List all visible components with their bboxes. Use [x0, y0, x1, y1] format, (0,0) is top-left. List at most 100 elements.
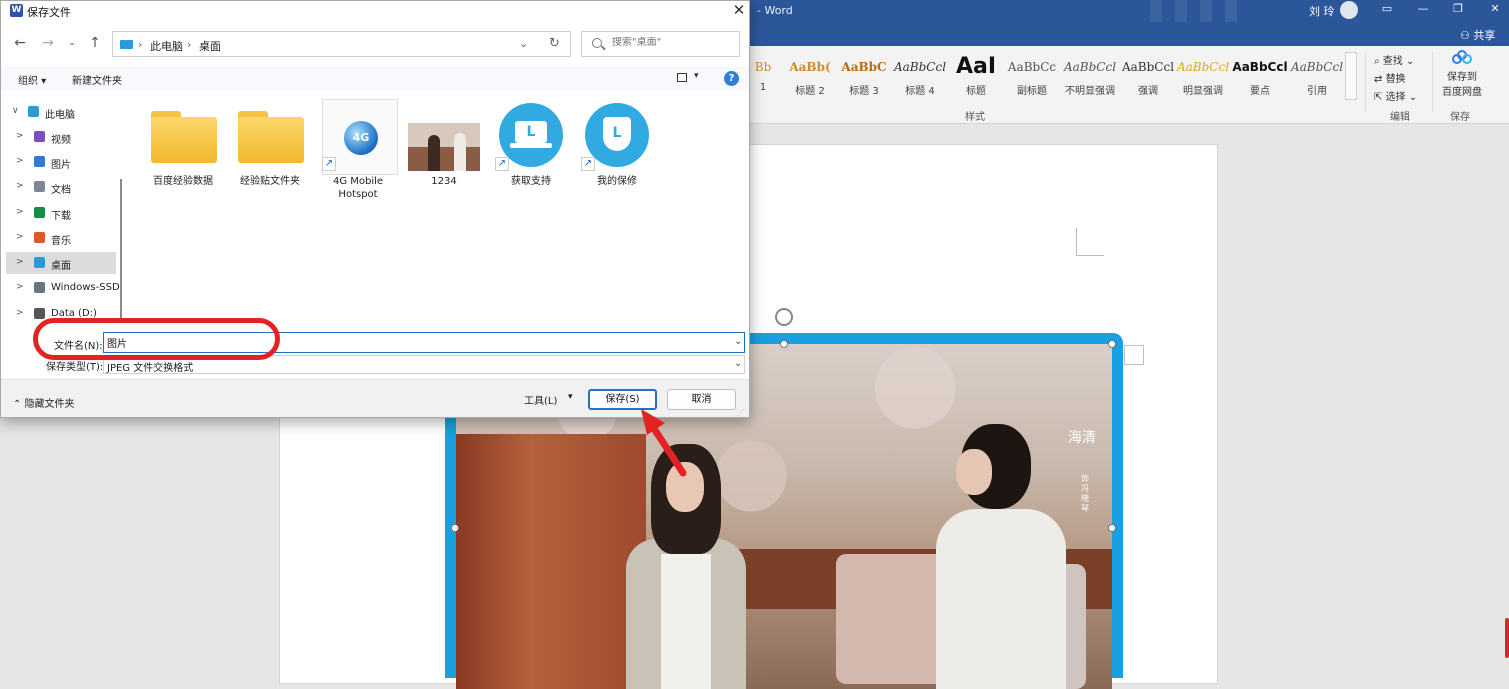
styles-gallery-scroll[interactable]: [1345, 52, 1357, 100]
search-box[interactable]: [581, 31, 740, 57]
nav-item[interactable]: > 图片: [6, 151, 116, 173]
organize-button[interactable]: 组织 ▾: [18, 72, 46, 87]
help-icon[interactable]: ?: [724, 71, 739, 86]
view-dropdown-icon[interactable]: ▾: [694, 71, 699, 81]
file-list: 百度经验数据 经验贴文件夹 4G ↗ 4G Mobile Hotspot 1234 L ↗ 获取…: [129, 93, 747, 325]
resize-handle[interactable]: [780, 340, 788, 348]
person-left: [626, 444, 746, 689]
ribbon-display-icon[interactable]: ▭: [1377, 2, 1397, 18]
resize-grip[interactable]: ⋰: [737, 408, 745, 417]
share-button[interactable]: ⚇ 共享: [1460, 27, 1495, 43]
nav-item-label: 音乐: [51, 236, 71, 247]
nav-item-label: 视频: [51, 135, 71, 146]
style-gallery-item[interactable]: AaBb(标题 2: [782, 52, 838, 100]
file-name: 4G Mobile Hotspot: [332, 176, 384, 200]
nav-item[interactable]: > 视频: [6, 126, 116, 148]
resize-handle[interactable]: [451, 524, 459, 532]
user-name[interactable]: 刘 玲: [1309, 3, 1335, 19]
nav-item[interactable]: > 音乐: [6, 227, 116, 249]
resize-handle[interactable]: [1108, 340, 1116, 348]
navigation-scrollbar[interactable]: [120, 179, 122, 319]
replace-button[interactable]: ⇄ 替换: [1374, 70, 1406, 85]
expand-chevron-icon[interactable]: >: [16, 257, 24, 267]
chevron-down-icon[interactable]: ⌄: [519, 37, 528, 50]
share-label: 共享: [1473, 29, 1496, 42]
chevron-down-icon[interactable]: ⌄: [734, 336, 742, 347]
minimize-icon[interactable]: —: [1413, 2, 1433, 18]
close-icon[interactable]: ✕: [729, 1, 749, 21]
nav-item[interactable]: > 文档: [6, 176, 116, 198]
person-right: [926, 424, 1066, 689]
style-gallery-item[interactable]: AaI 标题: [948, 52, 1004, 100]
style-preview: AaBbCcl: [1176, 60, 1230, 74]
file-item[interactable]: 4G ↗ 4G Mobile Hotspot: [318, 99, 398, 201]
file-name: 获取支持: [511, 176, 551, 187]
select-button[interactable]: ⇱ 选择 ⌄: [1374, 88, 1417, 103]
address-bar[interactable]: › 此电脑 › 桌面 ⌄ ↻: [112, 31, 571, 57]
word-app-icon: W: [10, 4, 23, 17]
select-label: 选择: [1385, 92, 1406, 103]
style-gallery-item[interactable]: AaBbCcl 引用: [1289, 52, 1345, 100]
close-icon[interactable]: ✕: [1485, 2, 1505, 18]
style-name: 副标题: [1017, 86, 1047, 97]
forward-icon[interactable]: →: [39, 34, 57, 52]
shortcut-arrow-icon: ↗: [322, 157, 336, 171]
style-preview: AaBbCc: [1007, 60, 1057, 74]
style-gallery-item[interactable]: AaBbCcl 明显强调: [1175, 52, 1231, 100]
picture-icon: [34, 156, 45, 167]
hide-folders-label: 隐藏文件夹: [24, 399, 75, 410]
search-input[interactable]: [612, 37, 732, 48]
nav-item[interactable]: > 下载: [6, 202, 116, 224]
title-decoration: [1225, 0, 1237, 22]
style-gallery-item[interactable]: AaBbCcl 要点: [1232, 52, 1288, 100]
file-item[interactable]: L ↗ 获取支持: [491, 99, 571, 188]
view-icon[interactable]: [677, 73, 687, 82]
style-gallery-item[interactable]: AaBbCcl 不明显强调: [1062, 52, 1118, 100]
back-icon[interactable]: ←: [11, 34, 29, 52]
filetype-label: 保存类型(T):: [46, 362, 104, 373]
style-preview: AaBbC: [841, 60, 887, 74]
expand-chevron-icon[interactable]: >: [16, 207, 24, 217]
style-gallery-item[interactable]: AaBbCc 副标题: [1004, 52, 1060, 100]
refresh-icon[interactable]: ↻: [549, 36, 560, 51]
expand-chevron-icon[interactable]: >: [16, 156, 24, 166]
tools-button[interactable]: 工具(L): [524, 392, 557, 407]
hide-folders-button[interactable]: ⌃ 隐藏文件夹: [13, 395, 75, 410]
breadcrumb-desktop[interactable]: 桌面: [199, 38, 221, 54]
style-name: 要点: [1250, 86, 1270, 97]
nav-item-label: 桌面: [51, 261, 71, 272]
file-item[interactable]: 百度经验数据: [143, 99, 223, 188]
expand-chevron-icon[interactable]: >: [16, 131, 24, 141]
rotate-handle[interactable]: [775, 308, 793, 326]
file-item[interactable]: 经验贴文件夹: [230, 99, 310, 188]
expand-chevron-icon[interactable]: >: [16, 181, 24, 191]
chevron-down-icon[interactable]: ⌄: [734, 358, 742, 369]
find-button[interactable]: ⌕ 查找 ⌄: [1374, 52, 1414, 67]
breadcrumb-this-pc[interactable]: 此电脑: [150, 38, 183, 54]
resize-handle[interactable]: [1108, 524, 1116, 532]
style-name: 明显强调: [1183, 86, 1223, 97]
restore-icon[interactable]: ❐: [1448, 2, 1468, 18]
expand-chevron-icon[interactable]: ∨: [12, 106, 19, 116]
up-folder-icon[interactable]: ↑: [86, 34, 104, 52]
style-gallery-item[interactable]: AaBbC 标题 3: [836, 52, 892, 100]
nav-item[interactable]: > Windows-SSD: [6, 277, 120, 299]
layout-options-icon[interactable]: [1124, 345, 1144, 365]
expand-chevron-icon[interactable]: >: [16, 282, 24, 292]
avatar[interactable]: [1340, 1, 1358, 19]
expand-chevron-icon[interactable]: >: [16, 232, 24, 242]
save-to-baidu-button[interactable]: 保存到 百度网盘: [1438, 50, 1486, 98]
tools-dropdown-icon[interactable]: ▾: [568, 392, 573, 402]
file-item[interactable]: L ↗ 我的保修: [577, 99, 657, 188]
search-icon: [592, 38, 602, 48]
style-preview: AaBbCcl: [1121, 60, 1175, 74]
new-folder-button[interactable]: 新建文件夹: [72, 72, 122, 87]
style-gallery-item[interactable]: AaBbCcl 强调: [1120, 52, 1176, 100]
style-name: 强调: [1138, 86, 1158, 97]
style-gallery-item[interactable]: AaBbCcl 标题 4: [892, 52, 948, 100]
nav-item[interactable]: > 桌面: [6, 252, 116, 274]
recent-locations-icon[interactable]: ⌄: [63, 34, 81, 52]
file-item[interactable]: 1234: [404, 99, 484, 188]
nav-item[interactable]: ∨ 此电脑: [6, 101, 116, 123]
expand-chevron-icon[interactable]: >: [16, 308, 24, 318]
